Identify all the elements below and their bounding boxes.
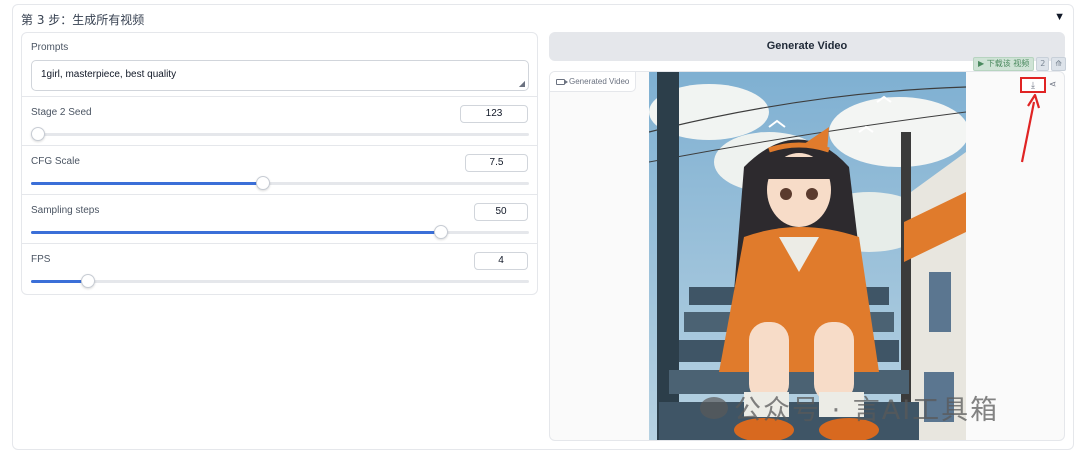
wechat-logo-icon bbox=[700, 396, 728, 419]
fps-number-input[interactable]: 4 bbox=[474, 252, 528, 270]
fps-label: FPS bbox=[31, 254, 51, 265]
strip-extra-1[interactable]: 2 bbox=[1036, 57, 1050, 71]
seed-slider-thumb[interactable] bbox=[31, 127, 45, 141]
download-icon[interactable]: ⤓ bbox=[1020, 77, 1046, 93]
resize-grip-icon[interactable]: ◢ bbox=[519, 79, 525, 88]
steps-slider-fill bbox=[31, 231, 441, 234]
seed-number-input[interactable]: 123 bbox=[460, 105, 528, 123]
seed-slider-block: Stage 2 Seed 123 bbox=[22, 97, 537, 146]
watermark-text: 公众号 · 言AI工具箱 bbox=[734, 395, 1000, 426]
cfg-number-input[interactable]: 7.5 bbox=[465, 154, 528, 172]
anime-girl-video-frame bbox=[649, 72, 966, 440]
video-camera-icon bbox=[556, 78, 568, 85]
cfg-label: CFG Scale bbox=[31, 156, 80, 167]
step-title: 第 3 步：生成所有视频 bbox=[21, 13, 145, 27]
cfg-slider-block: CFG Scale 7.5 bbox=[22, 146, 537, 195]
seed-label: Stage 2 Seed bbox=[31, 107, 92, 118]
triangle-down-icon[interactable]: ▼ bbox=[1054, 11, 1065, 23]
prompt-input[interactable]: 1girl, masterpiece, best quality ◢ bbox=[31, 60, 529, 91]
share-icon[interactable]: ⋖ bbox=[1049, 79, 1057, 90]
fps-slider-fill bbox=[31, 280, 88, 283]
steps-slider-block: Sampling steps 50 bbox=[22, 195, 537, 244]
seed-slider-track[interactable] bbox=[31, 127, 529, 141]
cfg-slider-track[interactable] bbox=[31, 176, 529, 190]
prompt-block: Prompts 1girl, masterpiece, best quality… bbox=[22, 33, 537, 97]
video-output-panel: Generated Video bbox=[549, 71, 1065, 441]
prompt-value: 1girl, masterpiece, best quality bbox=[41, 69, 177, 80]
download-strip: ▶ 下载该 视频 2 ⟰ bbox=[973, 57, 1067, 71]
steps-label: Sampling steps bbox=[31, 205, 100, 216]
video-label: Generated Video bbox=[569, 76, 630, 86]
steps-slider-thumb[interactable] bbox=[433, 225, 448, 239]
video-player[interactable] bbox=[649, 72, 966, 440]
red-arrow-annotation bbox=[1020, 93, 1041, 163]
fps-slider-block: FPS 4 bbox=[22, 244, 537, 293]
steps-number-input[interactable]: 50 bbox=[474, 203, 528, 221]
fps-slider-track[interactable] bbox=[31, 274, 529, 288]
download-video-link[interactable]: ▶ 下载该 视频 bbox=[973, 57, 1035, 71]
video-label-tab: Generated Video bbox=[550, 72, 637, 92]
fps-slider-thumb[interactable] bbox=[80, 274, 95, 288]
strip-extra-2[interactable]: ⟰ bbox=[1051, 57, 1067, 71]
parameters-column: Prompts 1girl, masterpiece, best quality… bbox=[21, 32, 538, 295]
steps-slider-track[interactable] bbox=[31, 225, 529, 239]
watermark: 公众号 · 言AI工具箱 bbox=[700, 388, 999, 427]
prompt-label: Prompts bbox=[31, 42, 69, 53]
cfg-slider-thumb[interactable] bbox=[255, 176, 270, 190]
cfg-slider-fill bbox=[31, 182, 263, 185]
